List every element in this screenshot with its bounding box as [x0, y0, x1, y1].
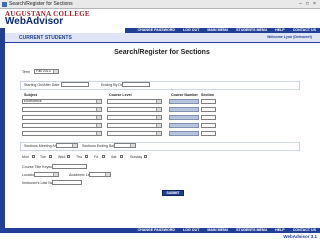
- subject-select[interactable]: [22, 131, 102, 136]
- minimize-icon[interactable]: –: [297, 1, 304, 7]
- footer-students-menu[interactable]: STUDENTS MENU: [236, 228, 267, 233]
- day-mon-checkbox[interactable]: [32, 155, 35, 158]
- start-date-input[interactable]: [61, 82, 89, 87]
- subject-header: Subject: [24, 93, 37, 97]
- course-level-header: Course Level: [109, 93, 132, 97]
- section-title: CURRENT STUDENTS: [19, 35, 72, 41]
- footer-contact-us[interactable]: CONTACT US: [293, 228, 316, 233]
- subject-select[interactable]: [22, 107, 102, 112]
- footer-change-password[interactable]: CHANGE PASSWORD: [138, 228, 175, 233]
- course-level-select[interactable]: [107, 123, 162, 128]
- meeting-after-label: Sections Meeting After: [24, 144, 60, 148]
- day-thu-label: Thu: [76, 155, 83, 159]
- version-badge: WebAdvisor 3.1: [283, 234, 317, 239]
- instructor-input[interactable]: [52, 180, 82, 185]
- section-input[interactable]: [201, 99, 216, 104]
- section-input[interactable]: [201, 107, 216, 112]
- course-level-select[interactable]: [107, 107, 162, 112]
- subject-select[interactable]: Economics: [22, 99, 102, 104]
- section-input[interactable]: [201, 131, 216, 136]
- left-bar: [0, 28, 5, 228]
- day-wed-checkbox[interactable]: [67, 155, 70, 158]
- page-icon: [2, 2, 7, 7]
- close-icon[interactable]: ×: [311, 1, 318, 7]
- day-fri-checkbox[interactable]: [102, 155, 105, 158]
- day-mon-label: Mon: [22, 155, 29, 159]
- logo: AUGUSTANA COLLEGE WebAdvisor: [5, 10, 125, 30]
- day-tue-checkbox[interactable]: [49, 155, 52, 158]
- course-level-select[interactable]: [107, 131, 162, 136]
- welcome-text: Welcome Lynn (Dehwerd!): [267, 35, 312, 39]
- subject-select[interactable]: [22, 123, 102, 128]
- subject-select[interactable]: [22, 115, 102, 120]
- term-label: Term: [22, 70, 30, 74]
- day-wed-label: Wed: [58, 155, 66, 159]
- course-number-input[interactable]: [169, 115, 199, 120]
- window-title: Search/Register for Sections: [9, 1, 73, 7]
- start-date-label: Starting On/After Date: [24, 83, 60, 87]
- footer-help[interactable]: HELP: [275, 228, 285, 233]
- course-number-header: Course Number: [171, 93, 198, 97]
- section-input[interactable]: [201, 115, 216, 120]
- course-title-input[interactable]: [52, 164, 87, 169]
- section-header: CURRENT STUDENTS Welcome Lynn (Dehwerd!): [5, 33, 320, 43]
- end-date-input[interactable]: [122, 82, 150, 87]
- day-thu-checkbox[interactable]: [85, 155, 88, 158]
- footer-log-out[interactable]: LOG OUT: [183, 228, 199, 233]
- window-titlebar: Search/Register for Sections – □ ×: [0, 0, 320, 9]
- course-number-input[interactable]: [169, 123, 199, 128]
- product-name: WebAdvisor: [5, 16, 64, 27]
- section-input[interactable]: [201, 123, 216, 128]
- course-level-select[interactable]: [107, 99, 162, 104]
- day-sunday-label: Sunday: [130, 155, 143, 159]
- footer-main-menu[interactable]: MAIN MENU: [207, 228, 228, 233]
- ending-before-select[interactable]: [114, 143, 136, 148]
- location-select[interactable]: [34, 172, 59, 177]
- page-title: Search/Register for Sections: [114, 49, 210, 56]
- day-sunday-checkbox[interactable]: [144, 155, 147, 158]
- course-number-input[interactable]: [169, 99, 199, 104]
- search-form: Search/Register for Sections Term Fall 2…: [14, 44, 310, 214]
- course-number-input[interactable]: [169, 131, 199, 136]
- maximize-icon[interactable]: □: [304, 1, 311, 7]
- day-sat-label: Sat: [111, 155, 117, 159]
- term-select[interactable]: Fall 2013: [34, 69, 59, 74]
- day-tue-label: Tue: [40, 155, 47, 159]
- course-level-select[interactable]: [107, 115, 162, 120]
- submit-button[interactable]: SUBMIT: [162, 190, 184, 196]
- day-sat-checkbox[interactable]: [120, 155, 123, 158]
- academic-level-select[interactable]: [89, 172, 111, 177]
- course-number-input[interactable]: [169, 107, 199, 112]
- day-fri-label: Fri: [94, 155, 99, 159]
- section-header-col: Section: [201, 93, 214, 97]
- footer-nav: CHANGE PASSWORD LOG OUT MAIN MENU STUDEN…: [0, 228, 320, 233]
- meeting-after-select[interactable]: [56, 143, 78, 148]
